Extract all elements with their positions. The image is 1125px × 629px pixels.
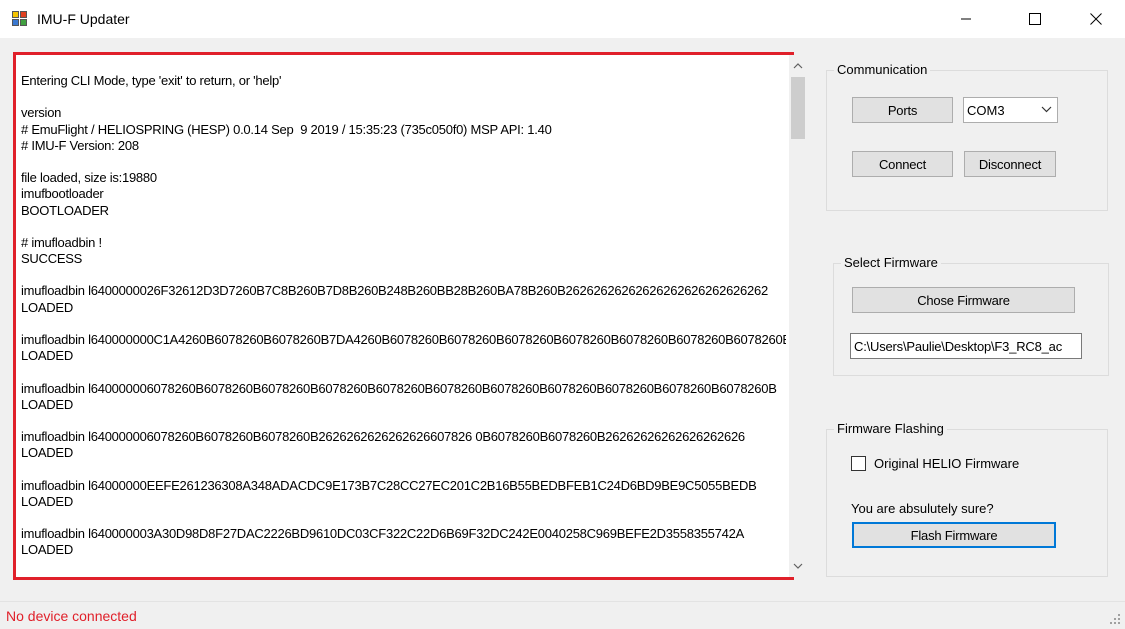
log-line: BOOTLOADER <box>21 202 109 218</box>
title-bar: IMU-F Updater <box>0 0 1125 38</box>
original-helio-checkbox[interactable] <box>851 456 866 471</box>
communication-group <box>826 70 1108 211</box>
original-helio-label: Original HELIO Firmware <box>874 456 1020 471</box>
chevron-up-icon <box>793 63 803 69</box>
app-icon <box>12 11 28 27</box>
scroll-up-button[interactable] <box>789 57 807 75</box>
log-line: # IMU-F Version: 208 <box>21 137 139 153</box>
close-icon <box>1090 13 1102 25</box>
status-text: No device connected <box>6 608 137 624</box>
port-select-value: COM3 <box>967 102 1005 118</box>
select-firmware-group-title: Select Firmware <box>841 255 941 270</box>
log-line: LOADED <box>21 542 73 558</box>
flash-firmware-button[interactable]: Flash Firmware <box>852 522 1056 548</box>
minimize-button[interactable] <box>943 0 989 38</box>
communication-group-title: Communication <box>834 62 931 77</box>
log-line: LOADED <box>21 396 73 412</box>
disconnect-button[interactable]: Disconnect <box>964 151 1056 177</box>
log-line: imufloadbin l640000000C1A4260B6078260B60… <box>21 332 786 347</box>
log-line: imufloadbin l640000006078260B6078260B607… <box>21 429 745 445</box>
log-line: LOADED <box>21 445 73 461</box>
log-line: LOADED <box>21 348 73 364</box>
maximize-icon <box>1029 13 1041 25</box>
log-line: imufloadbin l64000000EEFE261236308A348AD… <box>21 477 757 493</box>
log-line: # imufloadbin ! <box>21 234 102 250</box>
resize-grip-icon[interactable] <box>1109 613 1121 625</box>
connect-button[interactable]: Connect <box>852 151 953 177</box>
select-firmware-group <box>833 263 1109 376</box>
confirm-text: You are absulutely sure? <box>851 501 994 516</box>
log-scrollbar[interactable] <box>789 55 807 577</box>
cli-log-text: Entering CLI Mode, type 'exit' to return… <box>21 73 786 575</box>
close-button[interactable] <box>1073 0 1119 38</box>
port-select[interactable]: COM3 <box>963 97 1058 123</box>
maximize-button[interactable] <box>1012 0 1058 38</box>
chevron-down-icon <box>1041 106 1052 113</box>
firmware-flashing-group-title: Firmware Flashing <box>834 421 947 436</box>
firmware-path-field[interactable]: C:\Users\Paulie\Desktop\F3_RC8_ac <box>850 333 1082 359</box>
log-line: imufloadbin l640000006078260B6078260B607… <box>21 380 777 396</box>
log-line: version <box>21 105 62 121</box>
choose-firmware-button[interactable]: Chose Firmware <box>852 287 1075 313</box>
log-line: LOADED <box>21 299 73 315</box>
cli-log-area[interactable]: Entering CLI Mode, type 'exit' to return… <box>13 52 794 580</box>
minimize-icon <box>961 18 971 20</box>
scroll-down-button[interactable] <box>789 557 807 575</box>
log-line: # EmuFlight / HELIOSPRING (HESP) 0.0.14 … <box>21 121 552 137</box>
ports-button[interactable]: Ports <box>852 97 953 123</box>
log-line: imufbootloader <box>21 186 104 202</box>
window-title: IMU-F Updater <box>37 11 130 27</box>
scroll-thumb[interactable] <box>791 77 805 139</box>
status-bar: No device connected <box>0 601 1125 629</box>
log-line: file loaded, size is:19880 <box>21 170 157 186</box>
log-line: LOADED <box>21 493 73 509</box>
log-line: imufloadbin l6400000026F32612D3D7260B7C8… <box>21 283 768 299</box>
log-line: Entering CLI Mode, type 'exit' to return… <box>21 73 282 88</box>
log-line: SUCCESS <box>21 251 83 267</box>
log-line: imufloadbin l640000003A30D98D8F27DAC2226… <box>21 526 745 542</box>
chevron-down-icon <box>793 563 803 569</box>
